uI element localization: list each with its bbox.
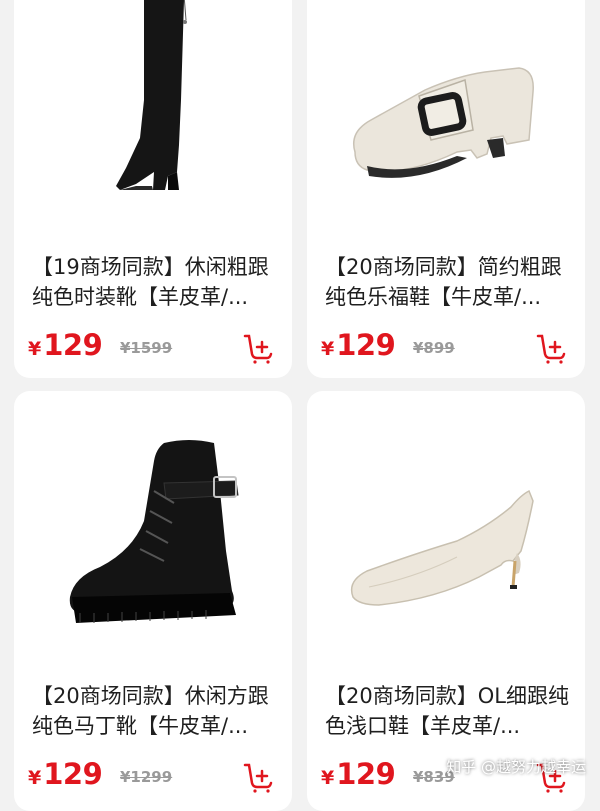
product-image-martin-boot[interactable] [14,391,292,661]
sale-price: ¥129 [321,757,396,791]
original-price: ¥1599 [120,339,173,357]
product-image-boot[interactable] [14,0,292,220]
product-title[interactable]: 【19商场同款】休闲粗跟纯色时装靴【羊皮革/... [32,252,278,312]
add-to-cart-icon[interactable] [535,332,567,364]
product-card[interactable]: 【20商场同款】休闲方跟纯色马丁靴【牛皮革/... ¥129 ¥1299 [14,391,292,811]
sale-price: ¥129 [321,328,396,362]
product-title[interactable]: 【20商场同款】简约粗跟纯色乐福鞋【牛皮革/... [325,252,571,312]
product-card[interactable]: 【20商场同款】简约粗跟纯色乐福鞋【牛皮革/... ¥129 ¥899 [307,0,585,378]
buckle-loafer-image [353,67,534,178]
watermark-text: 知乎 @越努力越幸运 [446,758,586,776]
add-to-cart-icon[interactable] [242,332,274,364]
product-title[interactable]: 【20商场同款】休闲方跟纯色马丁靴【牛皮革/... [32,681,278,741]
product-card[interactable]: 【19商场同款】休闲粗跟纯色时装靴【羊皮革/... ¥129 ¥1599 [14,0,292,378]
add-to-cart-icon[interactable] [242,761,274,793]
over-knee-boot-image [116,0,187,190]
original-price: ¥1299 [120,768,173,786]
price-row: ¥129 ¥1599 [28,326,278,366]
martin-boot-image [69,440,239,623]
original-price: ¥899 [413,339,455,357]
kitten-heel-pump-image [350,489,534,606]
sale-price: ¥129 [28,328,103,362]
price-row: ¥129 ¥899 [321,326,571,366]
product-title[interactable]: 【20商场同款】OL细跟纯色浅口鞋【羊皮革/... [325,681,571,741]
product-card[interactable]: 【20商场同款】OL细跟纯色浅口鞋【羊皮革/... ¥129 ¥839 [307,391,585,811]
sale-price: ¥129 [28,757,103,791]
product-image-pump[interactable] [307,391,585,661]
product-image-loafer[interactable] [307,0,585,220]
price-row: ¥129 ¥1299 [28,755,278,795]
